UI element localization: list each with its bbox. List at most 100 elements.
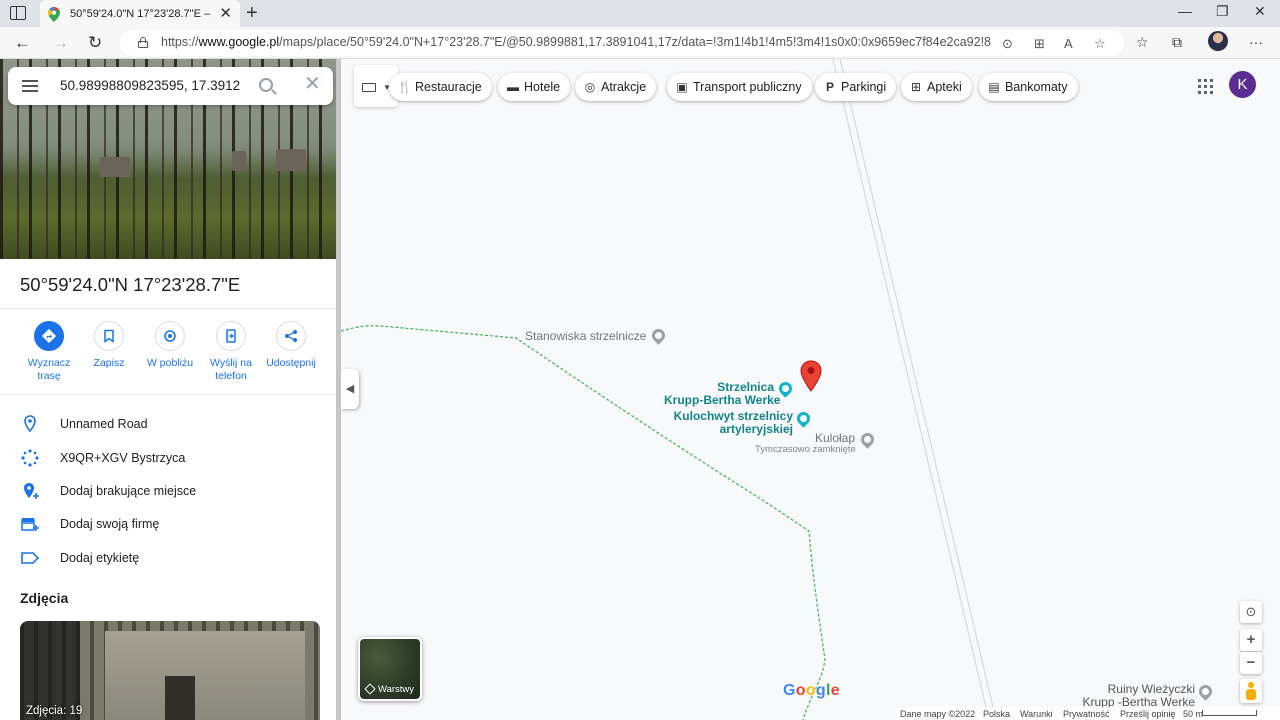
share-icon xyxy=(285,330,297,342)
lock-icon[interactable] xyxy=(138,37,148,48)
chip-hotels[interactable]: ▬ Hotele xyxy=(498,73,571,101)
photos-card[interactable]: Zdjęcia: 19 xyxy=(20,621,320,720)
search-input[interactable]: 50.98998809823595, 17.391297 xyxy=(60,78,240,93)
divider xyxy=(0,394,336,395)
google-maps-favicon-icon xyxy=(48,6,60,22)
send-to-phone-icon xyxy=(226,329,236,343)
poi-status-closed: Tymczasowo zamknięte xyxy=(755,444,856,455)
new-tab-button[interactable]: + xyxy=(246,3,258,23)
plus-code-icon xyxy=(21,449,39,467)
forward-button[interactable]: → xyxy=(52,33,69,53)
label-icon xyxy=(21,552,40,564)
account-avatar[interactable]: K xyxy=(1229,71,1256,98)
poi-label-ruiny[interactable]: Ruiny Wieżyczki Krupp -Bertha Werke xyxy=(1051,683,1196,709)
fork-knife-icon: 🍴 xyxy=(397,80,412,94)
country-link[interactable]: Polska xyxy=(983,709,1010,719)
close-window-button[interactable]: ✕ xyxy=(1254,3,1266,20)
browser-tab-active[interactable]: 50°59'24.0"N 17°23'28.7"E – Map ✕ xyxy=(40,0,240,27)
poi-label-kulochwyt[interactable]: Kulochwyt strzelnicy artyleryjskiej xyxy=(663,410,793,436)
nearby-icon xyxy=(164,330,176,342)
parking-icon: P xyxy=(825,80,834,94)
location-permission-icon[interactable]: ⊙ xyxy=(1002,36,1013,52)
terms-link[interactable]: Warunki xyxy=(1020,709,1053,719)
photo-bunker-opening xyxy=(165,676,195,720)
my-location-icon[interactable]: ⊙ xyxy=(1240,601,1262,623)
plus-code-row[interactable]: X9QR+XGV Bystrzyca xyxy=(0,443,336,473)
zoom-in-button[interactable]: + xyxy=(1240,629,1262,651)
add-place-icon xyxy=(24,483,39,499)
browser-menu-button[interactable]: ··· xyxy=(1249,34,1263,50)
browser-tab-bar: 50°59'24.0"N 17°23'28.7"E – Map ✕ + — ❐ … xyxy=(0,0,1280,27)
scale-label[interactable]: 50 m xyxy=(1183,709,1203,719)
url-text[interactable]: https://www.google.pl/maps/place/50°59'2… xyxy=(161,35,991,49)
scale-bar[interactable] xyxy=(1202,710,1257,716)
collections-icon[interactable]: ⧉ xyxy=(1172,34,1182,51)
add-favorite-icon[interactable]: ☆ xyxy=(1094,36,1106,52)
back-button[interactable]: ← xyxy=(14,33,31,53)
layers-button[interactable]: Warstwy xyxy=(358,637,422,701)
keyboard-icon xyxy=(362,83,376,92)
poi-label-stanowiska[interactable]: Stanowiska strzelnicze xyxy=(525,329,646,343)
hamburger-menu-icon[interactable] xyxy=(22,80,38,92)
add-missing-place-row[interactable]: Dodaj brakujące miejsce xyxy=(0,476,336,506)
road-line xyxy=(832,59,990,720)
chip-atms[interactable]: ▤ Bankomaty xyxy=(979,73,1078,101)
reload-button[interactable]: ↻ xyxy=(88,33,102,53)
hero-ruin-block xyxy=(100,157,130,177)
train-icon: ▣ xyxy=(676,80,688,94)
map-canvas[interactable]: ◀ ▼ 🍴 Restauracje ▬ Hotele ◎ Atrakcje ▣ Tran… xyxy=(341,59,1280,720)
address-bar[interactable]: https://www.google.pl/maps/place/50°59'2… xyxy=(120,30,1124,56)
bed-icon: ▬ xyxy=(507,80,519,94)
clear-search-icon[interactable]: ✕ xyxy=(304,74,321,94)
maximize-button[interactable]: ❐ xyxy=(1216,3,1229,20)
photos-heading: Zdjęcia xyxy=(20,590,69,606)
pharmacy-icon: ⊞ xyxy=(910,80,922,94)
address-row[interactable]: Unnamed Road xyxy=(0,409,336,439)
divider xyxy=(0,308,336,309)
chip-public-transport[interactable]: ▣ Transport publiczny xyxy=(667,73,812,101)
privacy-link[interactable]: Prywatność xyxy=(1063,709,1110,719)
atm-icon: ▤ xyxy=(988,80,1000,94)
minimize-button[interactable]: — xyxy=(1178,3,1192,19)
map-data-attribution: Dane mapy ©2022 xyxy=(900,709,976,719)
poi-label-kulolap[interactable]: Kulołap xyxy=(815,431,855,445)
chip-parking[interactable]: P Parkingi xyxy=(815,73,897,101)
add-label-row[interactable]: Dodaj etykietę xyxy=(0,543,336,573)
map-search-box[interactable]: 50.98998809823595, 17.391297 ✕ xyxy=(8,67,333,105)
read-aloud-icon[interactable]: A xyxy=(1064,36,1073,51)
chip-restaurants[interactable]: 🍴 Restauracje xyxy=(389,73,492,101)
chip-attractions[interactable]: ◎ Atrakcje xyxy=(575,73,657,101)
collapse-panel-button[interactable]: ◀ xyxy=(341,369,359,409)
layers-icon xyxy=(364,683,376,696)
place-actions: Wyznacz trasę Zapisz W pobliżu Wyślij na… xyxy=(0,321,336,391)
location-pin-icon xyxy=(24,415,36,433)
google-logo: Google xyxy=(783,682,840,699)
photo-bunker-wall xyxy=(105,631,305,720)
browser-profile-avatar[interactable] xyxy=(1208,31,1228,51)
tab-close-icon[interactable]: ✕ xyxy=(219,6,232,21)
search-icon[interactable] xyxy=(259,78,273,92)
road-line xyxy=(839,59,997,720)
save-button[interactable]: Zapisz xyxy=(76,321,142,370)
add-business-row[interactable]: Dodaj swoją firmę xyxy=(0,509,336,539)
add-business-icon xyxy=(21,518,39,531)
directions-button[interactable]: Wyznacz trasę xyxy=(16,321,82,383)
tab-actions-icon[interactable] xyxy=(10,6,26,20)
app-available-icon[interactable]: ⊞ xyxy=(1034,36,1045,52)
selected-location-pin-icon[interactable] xyxy=(800,360,822,392)
share-button[interactable]: Udostępnij xyxy=(258,321,324,370)
place-side-panel: 50.98998809823595, 17.391297 ✕ 50°59'24.… xyxy=(0,59,336,720)
street-view-pegman-icon[interactable] xyxy=(1240,679,1262,703)
zoom-out-button[interactable]: − xyxy=(1240,652,1262,674)
google-apps-icon[interactable] xyxy=(1198,79,1213,94)
poi-label-strzelnica[interactable]: Strzelnica Krupp-Bertha Werke xyxy=(664,381,780,407)
send-feedback-link[interactable]: Prześlij opinię xyxy=(1120,709,1176,719)
nearby-button[interactable]: W pobliżu xyxy=(137,321,203,370)
hero-ruin-block xyxy=(232,151,246,171)
browser-toolbar: ← → ↻ https://www.google.pl/maps/place/5… xyxy=(0,27,1280,59)
chip-pharmacies[interactable]: ⊞ Apteki xyxy=(901,73,972,101)
favorites-icon[interactable]: ☆ xyxy=(1136,34,1149,51)
tab-title: 50°59'24.0"N 17°23'28.7"E – Map xyxy=(70,7,213,20)
bookmark-icon xyxy=(104,329,114,343)
send-to-phone-button[interactable]: Wyślij na telefon xyxy=(198,321,264,383)
